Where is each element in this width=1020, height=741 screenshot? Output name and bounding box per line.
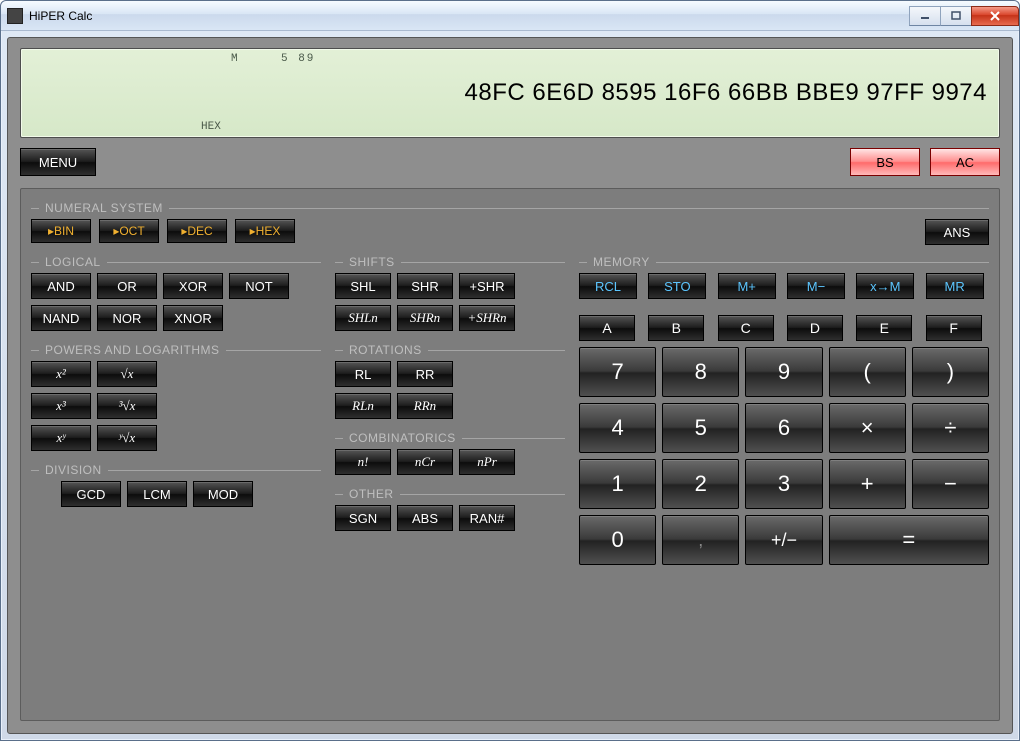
hex-c-button[interactable]: C <box>718 315 774 341</box>
key-6[interactable]: 6 <box>745 403 822 453</box>
minimize-button[interactable] <box>909 6 941 26</box>
xor-button[interactable]: XOR <box>163 273 223 299</box>
xnor-button[interactable]: XNOR <box>163 305 223 331</box>
fact-button[interactable]: n! <box>335 449 391 475</box>
rotations-label: ROTATIONS <box>335 343 565 357</box>
bin-button[interactable]: ▸BIN <box>31 219 91 243</box>
x3-button[interactable]: x³ <box>31 393 91 419</box>
or-button[interactable]: OR <box>97 273 157 299</box>
close-button[interactable] <box>971 6 1019 26</box>
ans-button[interactable]: ANS <box>925 219 989 245</box>
client-area: M 5 89 HEX 48FC 6E6D 8595 16F6 66BB BBE9… <box>7 37 1013 734</box>
indicator-mode: HEX <box>201 121 221 133</box>
rcl-button[interactable]: RCL <box>579 273 637 299</box>
display-value: 48FC 6E6D 8595 16F6 66BB BBE9 97FF 9974 <box>465 79 987 107</box>
numeral-label: NUMERAL SYSTEM <box>31 201 989 215</box>
mr-button[interactable]: MR <box>926 273 984 299</box>
shifts-label: SHIFTS <box>335 255 565 269</box>
shln-button[interactable]: SHLn <box>335 305 391 331</box>
sto-button[interactable]: STO <box>648 273 706 299</box>
shl-button[interactable]: SHL <box>335 273 391 299</box>
key-plusminus[interactable]: +/− <box>745 515 822 565</box>
menu-button[interactable]: MENU <box>20 148 96 176</box>
key-5[interactable]: 5 <box>662 403 739 453</box>
memory-label: MEMORY <box>579 255 989 269</box>
mod-button[interactable]: MOD <box>193 481 253 507</box>
division-label: DIVISION <box>31 463 321 477</box>
hex-f-button[interactable]: F <box>926 315 982 341</box>
not-button[interactable]: NOT <box>229 273 289 299</box>
ncr-button[interactable]: nCr <box>397 449 453 475</box>
key-3[interactable]: 3 <box>745 459 822 509</box>
dec-button[interactable]: ▸DEC <box>167 219 227 243</box>
key-lparen[interactable]: ( <box>829 347 906 397</box>
pshrn-button[interactable]: +SHRn <box>459 305 515 331</box>
hex-e-button[interactable]: E <box>856 315 912 341</box>
sgn-button[interactable]: SGN <box>335 505 391 531</box>
key-add[interactable]: + <box>829 459 906 509</box>
app-window: HiPER Calc M 5 89 HEX 48FC 6E6D 8595 16F… <box>0 0 1020 741</box>
indicator-m: M <box>231 53 238 65</box>
key-rparen[interactable]: ) <box>912 347 989 397</box>
key-0[interactable]: 0 <box>579 515 656 565</box>
window-title: HiPER Calc <box>29 9 92 23</box>
gcd-button[interactable]: GCD <box>61 481 121 507</box>
mminus-button[interactable]: M− <box>787 273 845 299</box>
oct-button[interactable]: ▸OCT <box>99 219 159 243</box>
key-divide[interactable]: ÷ <box>912 403 989 453</box>
xy-button[interactable]: xʸ <box>31 425 91 451</box>
powers-label: POWERS AND LOGARITHMS <box>31 343 321 357</box>
backspace-button[interactable]: BS <box>850 148 920 176</box>
yroot-button[interactable]: ʸ√x <box>97 425 157 451</box>
hex-b-button[interactable]: B <box>648 315 704 341</box>
key-8[interactable]: 8 <box>662 347 739 397</box>
maximize-button[interactable] <box>940 6 972 26</box>
x2-button[interactable]: x² <box>31 361 91 387</box>
indicator-digits: 5 89 <box>281 53 315 65</box>
mplus-button[interactable]: M+ <box>718 273 776 299</box>
lcm-button[interactable]: LCM <box>127 481 187 507</box>
nand-button[interactable]: NAND <box>31 305 91 331</box>
cbrt-button[interactable]: ³√x <box>97 393 157 419</box>
nor-button[interactable]: NOR <box>97 305 157 331</box>
key-multiply[interactable]: × <box>829 403 906 453</box>
xtom-button[interactable]: x→M <box>856 273 914 299</box>
key-4[interactable]: 4 <box>579 403 656 453</box>
rl-button[interactable]: RL <box>335 361 391 387</box>
shrn-button[interactable]: SHRn <box>397 305 453 331</box>
and-button[interactable]: AND <box>31 273 91 299</box>
pshr-button[interactable]: +SHR <box>459 273 515 299</box>
app-icon <box>7 8 23 24</box>
other-label: OTHER <box>335 487 565 501</box>
titlebar: HiPER Calc <box>1 1 1019 31</box>
key-comma[interactable]: , <box>662 515 739 565</box>
logical-label: LOGICAL <box>31 255 321 269</box>
hex-button[interactable]: ▸HEX <box>235 219 295 243</box>
hex-a-button[interactable]: A <box>579 315 635 341</box>
rln-button[interactable]: RLn <box>335 393 391 419</box>
rr-button[interactable]: RR <box>397 361 453 387</box>
key-7[interactable]: 7 <box>579 347 656 397</box>
key-2[interactable]: 2 <box>662 459 739 509</box>
key-1[interactable]: 1 <box>579 459 656 509</box>
key-9[interactable]: 9 <box>745 347 822 397</box>
npr-button[interactable]: nPr <box>459 449 515 475</box>
ran-button[interactable]: RAN# <box>459 505 515 531</box>
key-subtract[interactable]: − <box>912 459 989 509</box>
shr-button[interactable]: SHR <box>397 273 453 299</box>
key-equals[interactable]: = <box>829 515 989 565</box>
allclear-button[interactable]: AC <box>930 148 1000 176</box>
comb-label: COMBINATORICS <box>335 431 565 445</box>
sqrt-button[interactable]: √x <box>97 361 157 387</box>
abs-button[interactable]: ABS <box>397 505 453 531</box>
display: M 5 89 HEX 48FC 6E6D 8595 16F6 66BB BBE9… <box>20 48 1000 138</box>
hex-d-button[interactable]: D <box>787 315 843 341</box>
rrn-button[interactable]: RRn <box>397 393 453 419</box>
